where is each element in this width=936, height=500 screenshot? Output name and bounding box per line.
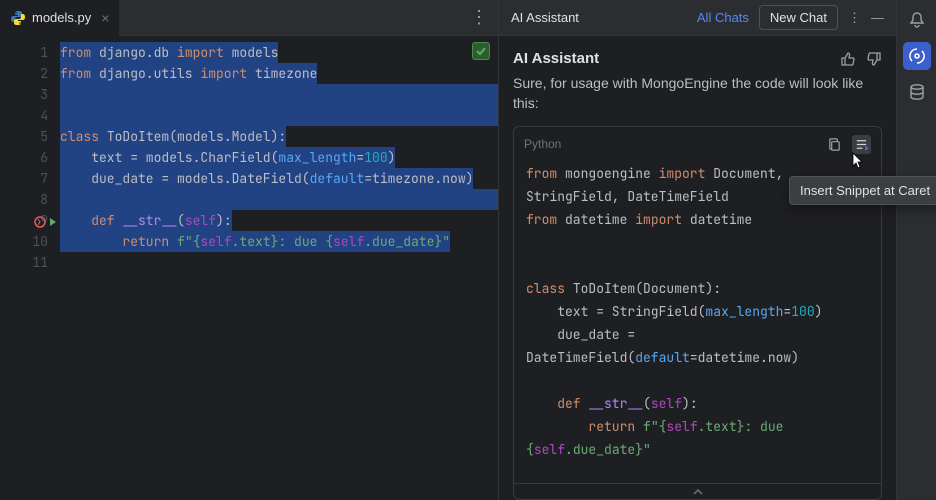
assistant-menu-icon[interactable]: ⋮ xyxy=(848,10,861,26)
close-tab-icon[interactable]: × xyxy=(101,10,109,26)
tab-overflow-icon[interactable]: ⋮ xyxy=(470,7,488,28)
line-number: 1 xyxy=(0,42,48,63)
minimize-icon[interactable]: — xyxy=(871,10,884,25)
line-number: 2 xyxy=(0,63,48,84)
assistant-header: AI Assistant All Chats New Chat ⋮ — xyxy=(499,0,896,36)
line-number: 3 xyxy=(0,84,48,105)
line-number: 5 xyxy=(0,126,48,147)
new-chat-button[interactable]: New Chat xyxy=(759,5,838,30)
copy-snippet-icon[interactable] xyxy=(827,137,842,152)
message-title: AI Assistant xyxy=(513,50,599,67)
run-gutter-icon[interactable] xyxy=(34,211,58,232)
thumbs-down-icon[interactable] xyxy=(866,51,882,67)
thumbs-up-icon[interactable] xyxy=(840,51,856,67)
insert-snippet-icon[interactable] xyxy=(852,135,871,154)
right-tool-strip xyxy=(896,0,936,500)
ai-assistant-pane: AI Assistant All Chats New Chat ⋮ — AI A… xyxy=(498,0,896,500)
inspection-ok-icon[interactable] xyxy=(472,42,490,60)
assistant-title: AI Assistant xyxy=(511,10,579,25)
tooltip: Insert Snippet at Caret xyxy=(789,176,936,205)
all-chats-link[interactable]: All Chats xyxy=(697,10,749,25)
editor-pane: models.py × ⋮ 1 2 3 4 5 6 7 8 9 10 11 fr… xyxy=(0,0,498,500)
notifications-icon[interactable] xyxy=(903,6,931,34)
code-area[interactable]: from django.db import models from django… xyxy=(60,36,498,500)
code-editor[interactable]: 1 2 3 4 5 6 7 8 9 10 11 from django.db i… xyxy=(0,36,498,500)
snippet-code[interactable]: from mongoengine import Document, String… xyxy=(514,162,881,483)
line-number: 6 xyxy=(0,147,48,168)
tab-bar: models.py × ⋮ xyxy=(0,0,498,36)
ai-assistant-tool-icon[interactable] xyxy=(903,42,931,70)
snippet-language-label: Python xyxy=(524,137,561,151)
line-gutter: 1 2 3 4 5 6 7 8 9 10 11 xyxy=(0,36,60,500)
line-number: 10 xyxy=(0,231,48,252)
tab-models-py[interactable]: models.py × xyxy=(0,0,119,36)
message-body: Sure, for usage with MongoEngine the cod… xyxy=(513,73,882,114)
tab-title: models.py xyxy=(32,10,91,25)
line-number: 4 xyxy=(0,105,48,126)
line-number: 7 xyxy=(0,168,48,189)
line-number: 8 xyxy=(0,189,48,210)
python-file-icon xyxy=(10,10,26,26)
expand-snippet-icon[interactable] xyxy=(514,483,881,499)
database-tool-icon[interactable] xyxy=(903,78,931,106)
line-number: 11 xyxy=(0,252,48,273)
